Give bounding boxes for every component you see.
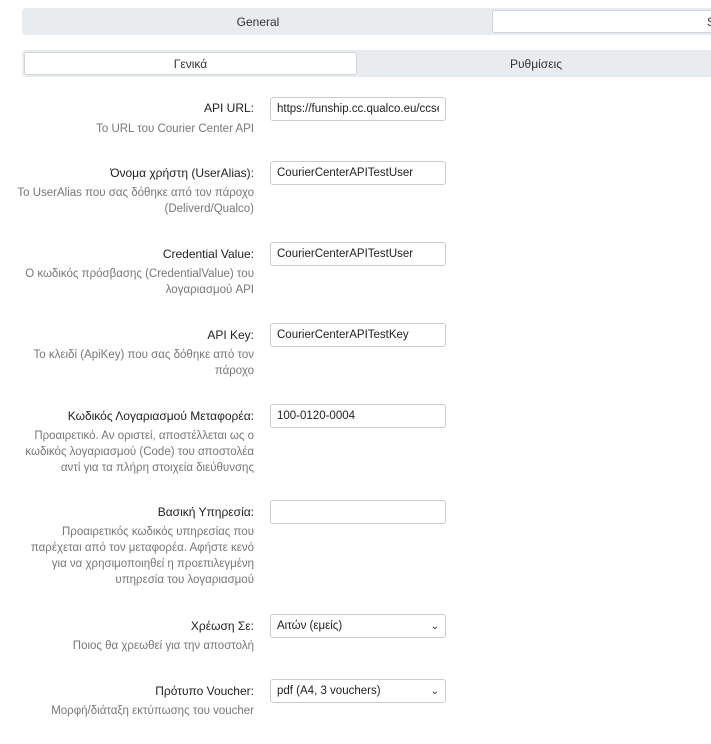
api-key-label: API Key: [207,328,254,342]
charge-to-selected: Αιτών (εμείς) [277,620,343,632]
credential-value-input-value[interactable] [277,248,439,260]
subtab-general[interactable]: Γενικά [24,52,357,75]
top-tab-bar: General S [22,8,711,35]
credential-value-input[interactable] [270,242,446,266]
credential-value-label: Credential Value: [162,247,254,261]
tab-general[interactable]: General [24,10,492,33]
chevron-down-icon: ⌄ [430,620,439,632]
subtab-settings[interactable]: Ρυθμίσεις [357,52,711,75]
voucher-template-help: Μορφή/διάταξη εκτύπωσης του voucher [51,705,254,717]
base-service-input-value[interactable] [277,506,439,518]
carrier-account-input[interactable] [270,404,446,428]
charge-to-label: Χρέωση Σε: [190,619,254,633]
credential-value-help: Ο κωδικός πρόσβασης (CredentialValue) το… [25,268,254,296]
charge-to-select[interactable]: Αιτών (εμείς) ⌄ [270,614,446,638]
carrier-account-input-value[interactable] [277,410,439,422]
api-key-input-value[interactable] [277,329,439,341]
api-url-input-value[interactable] [277,103,439,115]
base-service-help: Προαιρετικός κωδικός υπηρεσίας που παρέχ… [30,526,254,586]
api-key-help: Το κλειδί (ApiKey) που σας δόθηκε από το… [33,349,254,377]
api-url-label: API URL: [203,101,254,115]
sub-tab-bar: Γενικά Ρυθμίσεις [22,50,711,77]
chevron-down-icon: ⌄ [430,685,439,697]
voucher-template-label: Πρότυπο Voucher: [155,684,254,698]
base-service-label: Βασική Υπηρεσία: [157,505,254,519]
charge-to-help: Ποιος θα χρεωθεί για την αποστολή [72,640,254,652]
user-alias-input-value[interactable] [277,167,439,179]
carrier-account-label: Κωδικός Λογαριασμού Μεταφορέα: [67,409,254,423]
user-alias-label: Όνομα χρήστη (UserAlias): [110,166,254,180]
carrier-account-help: Προαιρετικό. Αν οριστεί, αποστέλλεται ως… [25,430,254,474]
user-alias-input[interactable] [270,161,446,185]
api-url-input[interactable] [270,97,446,121]
user-alias-help: Το UserAlias που σας δόθηκε από τον πάρο… [17,187,254,215]
base-service-input[interactable] [270,500,446,524]
voucher-template-select[interactable]: pdf (A4, 3 vouchers) ⌄ [270,679,446,703]
tab-second[interactable]: S [492,10,711,33]
api-key-input[interactable] [270,323,446,347]
voucher-template-selected: pdf (A4, 3 vouchers) [277,685,381,697]
api-url-help: Το URL του Courier Center API [96,123,254,135]
